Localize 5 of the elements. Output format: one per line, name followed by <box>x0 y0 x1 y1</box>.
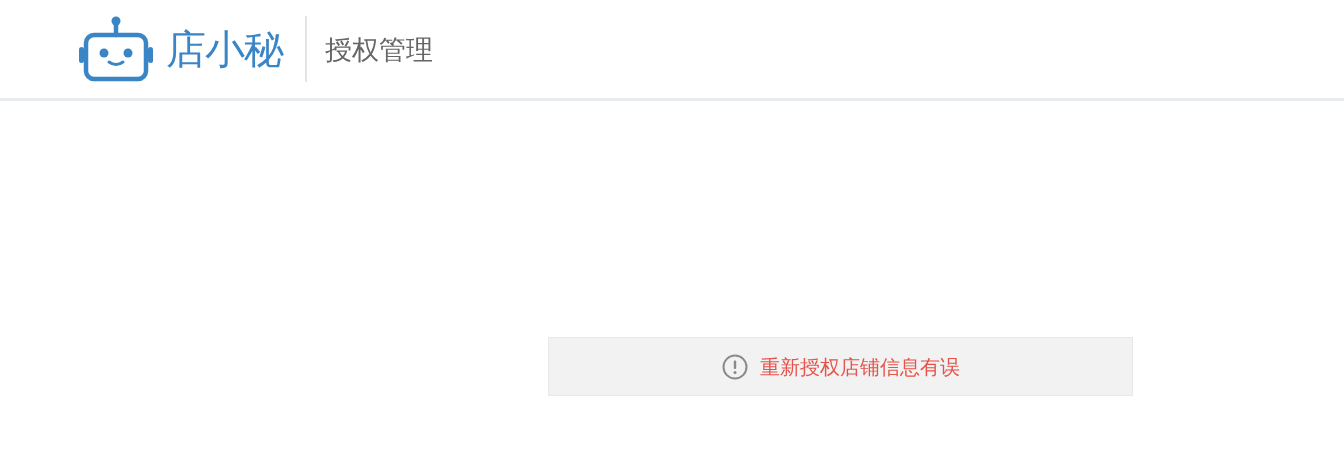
warning-icon <box>721 353 748 380</box>
robot-logo-icon <box>78 15 154 83</box>
page-title: 授权管理 <box>325 35 433 63</box>
brand-name: 店小秘 <box>166 29 283 69</box>
notice-message: 重新授权店铺信息有误 <box>759 356 960 377</box>
